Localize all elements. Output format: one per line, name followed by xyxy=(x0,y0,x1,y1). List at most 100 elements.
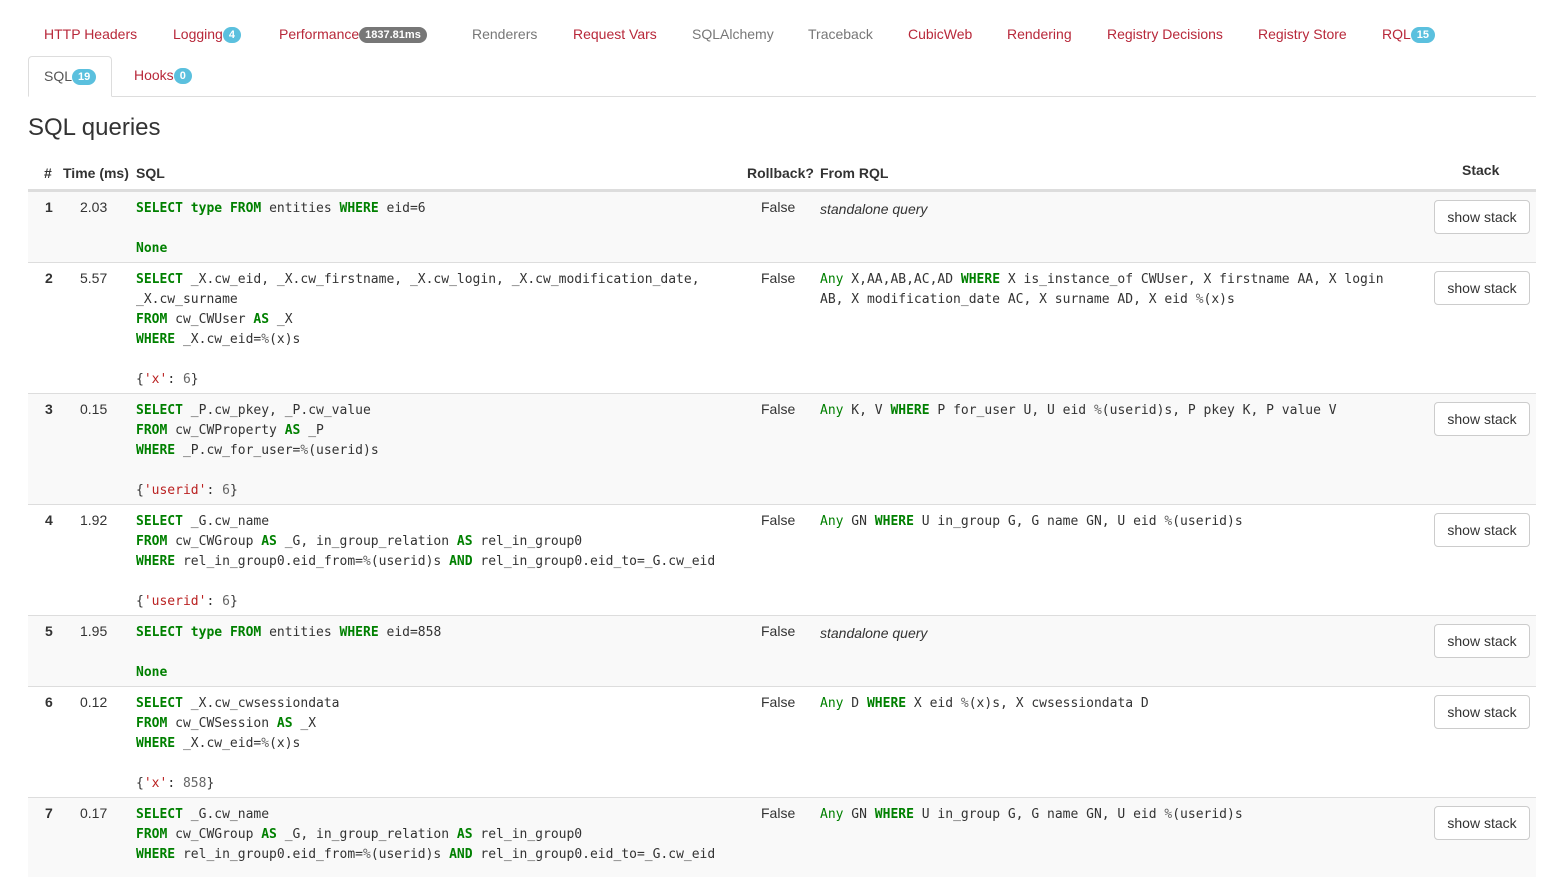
sql-line: SELECT type FROM entities WHERE eid=6 xyxy=(136,201,426,216)
sql-line: SELECT _X.cw_cwsessiondata xyxy=(136,696,340,711)
rql-code: Any GN WHERE U in_group G, G name GN, U … xyxy=(820,807,1243,822)
sql-line: WHERE rel_in_group0.eid_from=%(userid)s … xyxy=(136,554,716,569)
query-time: 5.57 xyxy=(80,270,108,286)
query-time: 1.95 xyxy=(80,623,108,639)
tab-label: Request Vars xyxy=(573,26,657,42)
sql-line: WHERE _X.cw_eid=%(x)s xyxy=(136,736,301,751)
tab-label: Hooks xyxy=(134,67,174,83)
rollback-value: False xyxy=(761,805,796,821)
sql-line: _X.cw_surname xyxy=(136,292,238,307)
tab-renderers[interactable]: Renderers xyxy=(457,24,552,44)
show-stack-button[interactable]: show stack xyxy=(1434,806,1530,840)
panel-tabs: HTTP Headers Logging 4 Performance 1837.81… xyxy=(28,0,1536,97)
count-badge: 19 xyxy=(72,69,97,85)
table-row: 5 1.95 SELECT type FROM entities WHERE eid… xyxy=(28,615,1536,686)
query-time: 1.92 xyxy=(80,512,108,528)
tab-label: SQLAlchemy xyxy=(692,26,774,42)
tab-cubicweb[interactable]: CubicWeb xyxy=(893,24,987,44)
sql-code: SELECT _P.cw_pkey, _P.cw_value FROM cw_CW… xyxy=(136,401,379,461)
query-time: 2.03 xyxy=(80,199,108,215)
sql-line: FROM cw_CWGroup AS _G, in_group_relation… xyxy=(136,827,583,842)
sql-line: FROM cw_CWProperty AS _P xyxy=(136,423,324,438)
tab-request-vars[interactable]: Request Vars xyxy=(558,24,672,44)
tab-sql[interactable]: SQL 19 xyxy=(28,56,113,97)
table-row: 1 2.03 SELECT type FROM entities WHERE eid… xyxy=(28,191,1536,262)
query-time: 0.15 xyxy=(80,401,108,417)
table-row: 2 5.57 SELECT _X.cw_eid, _X.cw_firstname, … xyxy=(28,262,1536,393)
sql-params: {'x': 6} xyxy=(136,372,199,387)
header-num: # xyxy=(44,165,52,181)
tab-performance[interactable]: Performance 1837.81ms xyxy=(264,24,442,44)
tab-registry-decisions[interactable]: Registry Decisions xyxy=(1092,24,1238,44)
query-number: 4 xyxy=(45,512,53,528)
tab-label: Rendering xyxy=(1007,26,1072,42)
tab-sqlalchemy[interactable]: SQLAlchemy xyxy=(677,24,789,44)
rollback-value: False xyxy=(761,512,796,528)
rql-code: standalone query xyxy=(820,625,928,641)
rollback-value: False xyxy=(761,270,796,286)
show-stack-button[interactable]: show stack xyxy=(1434,402,1530,436)
tab-label: SQL xyxy=(44,68,73,84)
header-rql: From RQL xyxy=(820,165,889,181)
rollback-value: False xyxy=(761,694,796,710)
page-title: SQL queries xyxy=(28,114,161,141)
tab-http-headers[interactable]: HTTP Headers xyxy=(29,24,152,44)
sql-code: SELECT _X.cw_eid, _X.cw_firstname, _X.cw… xyxy=(136,270,700,350)
time-badge: 1837.81ms xyxy=(359,27,427,43)
tab-label: Registry Decisions xyxy=(1107,26,1223,42)
count-badge: 4 xyxy=(222,27,241,43)
query-number: 7 xyxy=(45,805,53,821)
sql-params: {'x': 858} xyxy=(136,776,215,791)
count-badge: 15 xyxy=(1410,27,1436,43)
rql-code: Any X,AA,AB,AC,AD WHERE X is_instance_of… xyxy=(820,272,1392,307)
table-row: 4 1.92 SELECT _G.cw_name FROM cw_CWGroup AS… xyxy=(28,504,1536,615)
sql-line: SELECT _X.cw_eid, _X.cw_firstname, _X.cw… xyxy=(136,272,700,287)
debug-toolbar-panel: HTTP Headers Logging 4 Performance 1837.81… xyxy=(28,0,1536,877)
query-number: 3 xyxy=(45,401,53,417)
query-time: 0.12 xyxy=(80,694,108,710)
show-stack-button[interactable]: show stack xyxy=(1434,695,1530,729)
sql-line: FROM cw_CWUser AS _X xyxy=(136,312,293,327)
tab-label: HTTP Headers xyxy=(44,26,138,42)
sql-code: SELECT _G.cw_name FROM cw_CWGroup AS _G, … xyxy=(136,512,715,572)
sql-line: SELECT type FROM entities WHERE eid=858 xyxy=(136,625,442,640)
sql-params: None xyxy=(136,665,168,680)
tab-rql[interactable]: RQL 15 xyxy=(1367,24,1450,44)
sql-code: SELECT type FROM entities WHERE eid=6 xyxy=(136,199,426,219)
header-time: Time (ms) xyxy=(63,165,129,181)
tab-registry-store[interactable]: Registry Store xyxy=(1243,24,1362,44)
query-number: 1 xyxy=(45,199,53,215)
tab-label: Performance xyxy=(279,26,360,42)
tab-label: CubicWeb xyxy=(908,26,973,42)
tab-label: RQL xyxy=(1382,26,1411,42)
sql-line: SELECT _G.cw_name xyxy=(136,807,270,822)
rql-code: Any K, V WHERE P for_user U, U eid %(use… xyxy=(820,403,1337,418)
show-stack-button[interactable]: show stack xyxy=(1434,200,1530,234)
rql-code: Any GN WHERE U in_group G, G name GN, U … xyxy=(820,514,1243,529)
sql-params: {'userid': 6} xyxy=(136,594,238,609)
sql-code: SELECT type FROM entities WHERE eid=858 xyxy=(136,623,441,643)
sql-line: WHERE _X.cw_eid=%(x)s xyxy=(136,332,301,347)
tab-traceback[interactable]: Traceback xyxy=(793,24,888,44)
header-sql: SQL xyxy=(136,165,165,181)
sql-params: None xyxy=(136,241,168,256)
tab-label: Renderers xyxy=(472,26,538,42)
sql-code: SELECT _G.cw_name FROM cw_CWGroup AS _G, … xyxy=(136,805,715,865)
query-number: 6 xyxy=(45,694,53,710)
tab-rendering[interactable]: Rendering xyxy=(992,24,1087,44)
show-stack-button[interactable]: show stack xyxy=(1434,624,1530,658)
sql-line: SELECT _G.cw_name xyxy=(136,514,270,529)
sql-code: SELECT _X.cw_cwsessiondata FROM cw_CWSess… xyxy=(136,694,340,754)
sql-line: WHERE _P.cw_for_user=%(userid)s xyxy=(136,443,379,458)
header-stack: Stack xyxy=(1462,162,1500,178)
table-row: 7 0.17 SELECT _G.cw_name FROM cw_CWGroup AS… xyxy=(28,797,1536,877)
show-stack-button[interactable]: show stack xyxy=(1434,513,1530,547)
tab-logging[interactable]: Logging 4 xyxy=(158,24,256,44)
table-row: 6 0.12 SELECT _X.cw_cwsessiondata FROM cw_C… xyxy=(28,686,1536,797)
table-row: 3 0.15 SELECT _P.cw_pkey, _P.cw_value FROM … xyxy=(28,393,1536,504)
rql-code: Any D WHERE X eid %(x)s, X cwsessiondata… xyxy=(820,696,1149,711)
tab-hooks[interactable]: Hooks 0 xyxy=(119,65,207,85)
sql-line: SELECT _P.cw_pkey, _P.cw_value xyxy=(136,403,371,418)
show-stack-button[interactable]: show stack xyxy=(1434,271,1530,305)
rollback-value: False xyxy=(761,623,796,639)
